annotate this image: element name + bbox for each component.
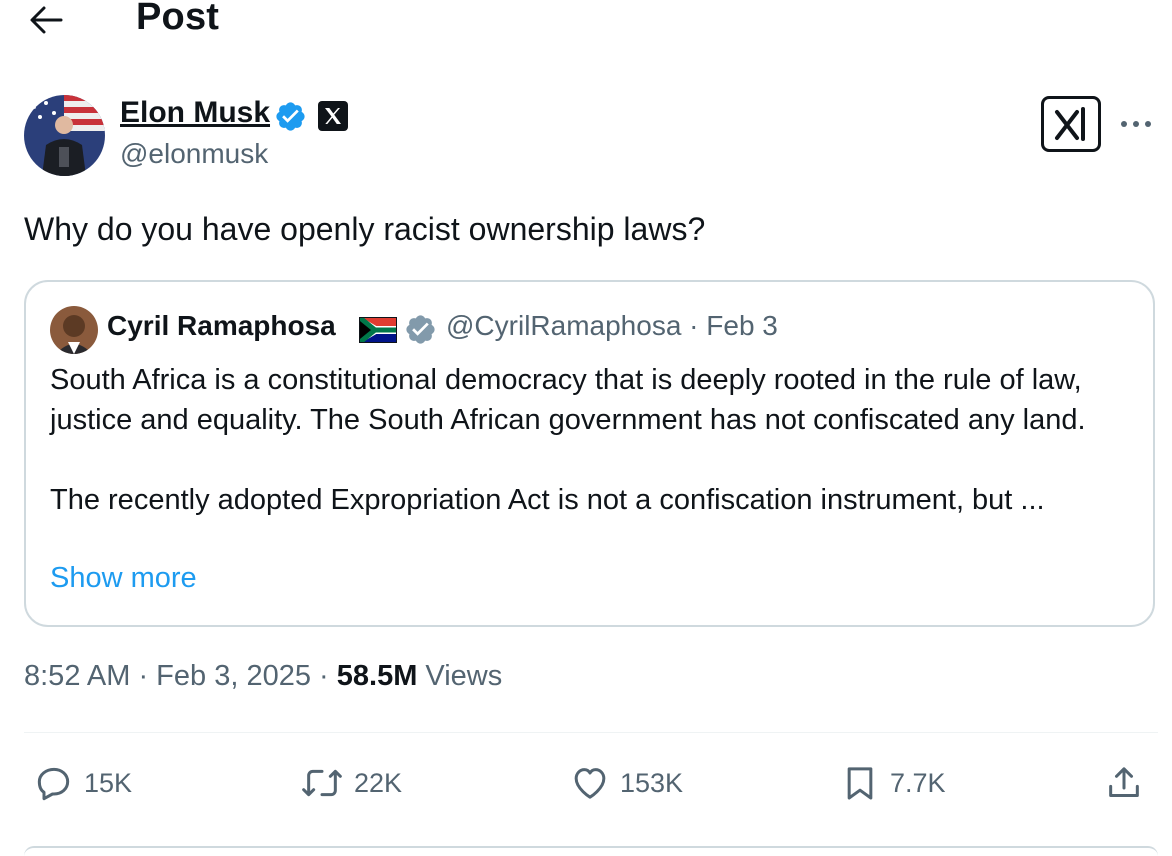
author-avatar[interactable]	[24, 95, 105, 176]
back-button[interactable]	[20, 0, 72, 40]
author-name[interactable]: Elon Musk	[120, 96, 270, 130]
repost-button[interactable]: 22K	[300, 758, 402, 808]
bookmark-count: 7.7K	[890, 767, 946, 798]
tweet-text: Why do you have openly racist ownership …	[24, 211, 706, 247]
south-africa-flag-icon	[357, 315, 398, 345]
page-title: Post	[136, 0, 220, 38]
quote-paragraph: South Africa is a constitutional democra…	[50, 364, 1086, 436]
views-label: Views	[425, 660, 503, 692]
timestamp[interactable]: 8:52 AM · Feb 3, 2025	[24, 660, 311, 692]
repost-icon	[302, 769, 342, 797]
share-icon	[1109, 767, 1139, 797]
more-button[interactable]	[1114, 106, 1158, 142]
divider	[24, 732, 1158, 733]
bookmark-button[interactable]: 7.7K	[840, 758, 946, 808]
quote-author-name[interactable]: Cyril Ramaphosa	[107, 310, 336, 342]
like-count: 153K	[620, 767, 684, 798]
reply-icon	[37, 767, 70, 801]
reply-count: 15K	[84, 767, 133, 798]
quote-meta[interactable]: @CyrilRamaphosa · Feb 3	[446, 310, 778, 342]
author-handle[interactable]: @elonmusk	[120, 138, 268, 170]
arrow-left-icon	[30, 6, 63, 34]
views-count: 58.5M	[336, 660, 418, 692]
grok-button[interactable]	[1041, 96, 1101, 152]
show-more-link[interactable]: Show more	[50, 562, 197, 595]
heart-icon	[574, 768, 606, 799]
reply-composer-edge	[24, 846, 1158, 856]
verified-badge-icon[interactable]	[404, 313, 437, 346]
like-button[interactable]: 153K	[570, 758, 683, 808]
verified-badge-icon[interactable]	[274, 100, 307, 133]
quote-paragraph: The recently adopted Expropriation Act i…	[50, 484, 1045, 516]
quote-author-avatar[interactable]	[50, 306, 98, 354]
grok-icon	[1055, 107, 1085, 141]
more-icon	[1121, 121, 1151, 127]
x-logo-icon[interactable]	[318, 101, 348, 131]
share-button[interactable]	[1104, 758, 1154, 808]
separator: ·	[310, 660, 337, 692]
reply-button[interactable]: 15K	[34, 758, 132, 808]
bookmark-icon	[847, 767, 873, 800]
repost-count: 22K	[354, 767, 403, 798]
quote-text: South Africa is a constitutional democra…	[50, 360, 1140, 520]
post-metadata: 8:52 AM · Feb 3, 2025 · 58.5M Views	[24, 660, 502, 693]
